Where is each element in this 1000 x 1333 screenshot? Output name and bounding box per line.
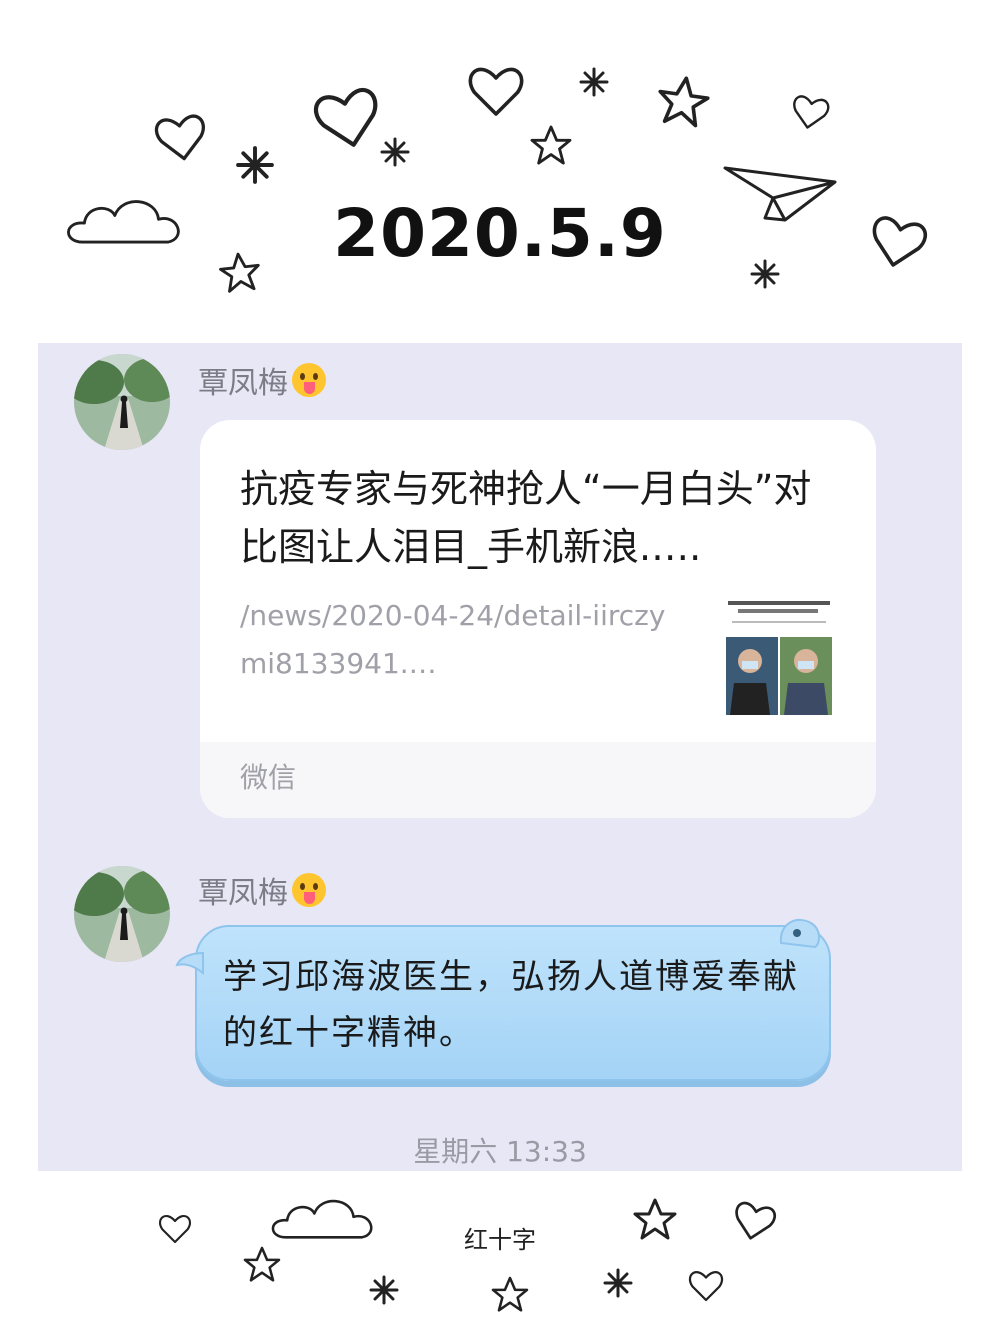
message-bubble[interactable]: 学习邱海波医生，弘扬人道博爱奉献的红十字精神。: [175, 918, 831, 1081]
bubble-ear-icon: [779, 918, 821, 949]
sparkle-icon: [579, 67, 609, 97]
sender-name-text: 覃凤梅: [198, 366, 288, 401]
star-icon: [654, 73, 712, 129]
message-text: 学习邱海波医生，弘扬人道博爱奉献的红十字精神。: [223, 957, 799, 1053]
link-card-source: 微信: [240, 761, 297, 794]
sparkle-icon: [236, 146, 274, 184]
heart-icon: [314, 88, 383, 151]
sender-name: 覃凤梅: [198, 358, 326, 402]
bubble-tail: [175, 951, 204, 976]
tongue-emoji-icon: [292, 363, 326, 397]
heart-icon: [468, 67, 524, 116]
avatar[interactable]: [74, 866, 170, 962]
link-card-thumbnail: [724, 595, 834, 715]
link-card-footer: 微信: [200, 742, 876, 818]
sender-name-text: 覃凤梅: [198, 876, 288, 911]
star-icon: [530, 125, 572, 165]
heart-icon: [789, 94, 831, 132]
heart-icon: [688, 1271, 724, 1302]
tongue-emoji-icon: [292, 873, 326, 907]
star-icon: [491, 1276, 529, 1312]
link-card[interactable]: 抗疫专家与死神抢人“一月白头”对比图让人泪目_手机新浪.…. /news/202…: [200, 420, 876, 818]
date-title: 2020.5.9: [333, 195, 667, 272]
heart-icon: [153, 113, 210, 164]
sparkle-icon: [603, 1268, 633, 1298]
sender-name: 覃凤梅: [198, 868, 326, 912]
caption: 红十字: [464, 1226, 536, 1254]
message-timestamp: 星期六 13:33: [413, 1135, 587, 1168]
sparkle-icon: [369, 1275, 399, 1305]
avatar[interactable]: [74, 354, 170, 450]
sparkle-icon: [380, 137, 410, 167]
link-card-description: /news/2020-04-24/detail-iirczymi8133941.…: [240, 599, 666, 680]
link-card-title: 抗疫专家与死神抢人“一月白头”对比图让人泪目_手机新浪.….: [240, 467, 812, 569]
